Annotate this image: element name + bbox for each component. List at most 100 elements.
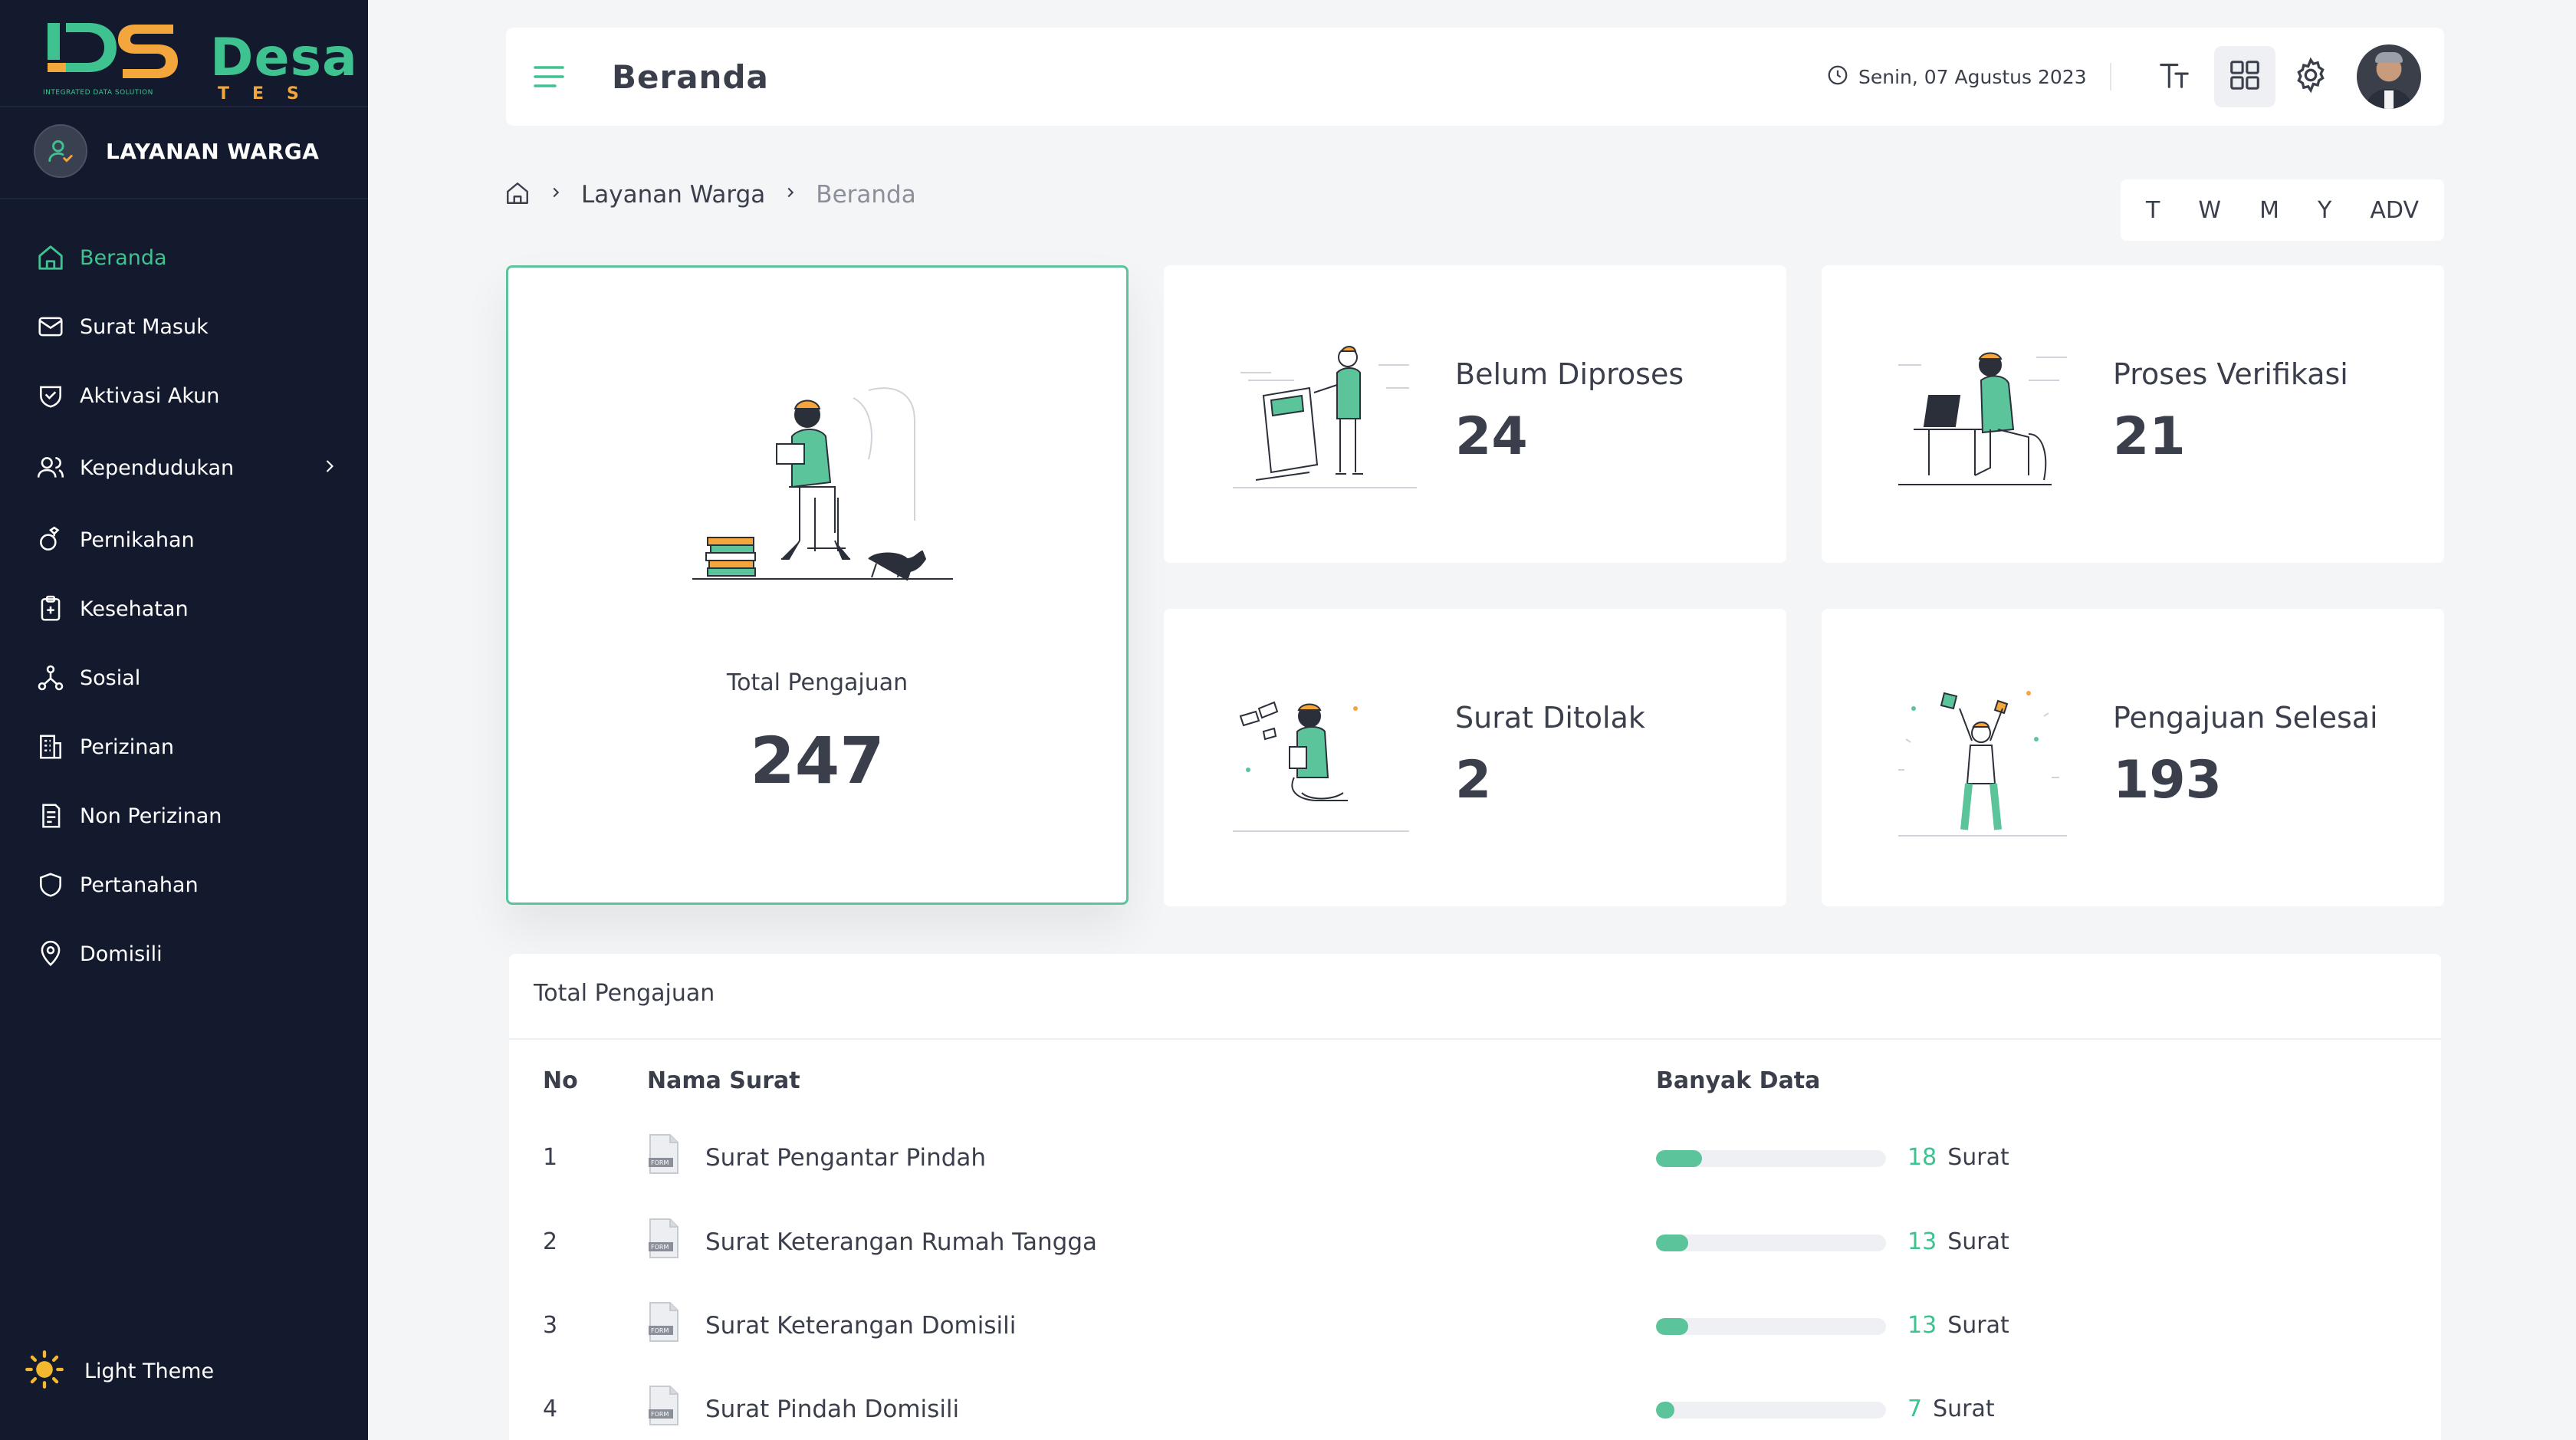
sidebar-item-beranda[interactable]: Beranda [34, 235, 340, 281]
stat-value: 247 [750, 723, 885, 798]
sidebar-item-kependudukan[interactable]: Kependudukan [34, 445, 340, 491]
stat-value: 21 [2113, 406, 2186, 467]
gear-icon [2292, 56, 2330, 97]
text-size-button[interactable] [2144, 46, 2205, 107]
table-header-nama[interactable]: Nama Surat [647, 1067, 800, 1094]
row-number: 2 [543, 1228, 558, 1255]
row-number: 3 [543, 1312, 558, 1339]
stat-label: Surat Ditolak [1455, 701, 1645, 735]
sidebar-item-label: Perizinan [80, 735, 174, 759]
page-title: Beranda [612, 58, 769, 96]
apps-grid-button[interactable] [2214, 46, 2275, 107]
row-name[interactable]: Surat Keterangan Rumah Tangga [705, 1228, 1097, 1256]
home-icon [34, 241, 67, 275]
sidebar-item-label: Sosial [80, 666, 141, 690]
brand-logo[interactable]: Desa TES INTEGRATED DATA SOLUTION [43, 17, 357, 104]
sidebar-item-aktivasi-akun[interactable]: Aktivasi Akun [34, 373, 340, 419]
theme-toggle[interactable]: Light Theme [25, 1348, 214, 1394]
menu-icon[interactable] [532, 61, 566, 92]
sidebar-item-kesehatan[interactable]: Kesehatan [34, 586, 340, 632]
row-count: 7 Surat [1907, 1396, 1995, 1422]
stat-value: 24 [1455, 406, 1528, 467]
laptop-person-illustration [1898, 352, 2067, 485]
table-divider [509, 1038, 2441, 1040]
svg-text:FORM: FORM [651, 1244, 669, 1251]
form-file-icon: FORM [647, 1133, 681, 1175]
location-pin-icon [34, 937, 67, 971]
period-option-m[interactable]: M [2250, 191, 2288, 230]
breadcrumb-item[interactable]: Layanan Warga [581, 181, 765, 209]
table-row[interactable]: 3 FORM Surat Keterangan Domisili 13 Surat [509, 1298, 2441, 1359]
row-count-value: 7 [1907, 1396, 1923, 1422]
sidebar-item-label: Domisili [80, 942, 163, 966]
users-icon [34, 451, 67, 485]
sidebar-user[interactable]: LAYANAN WARGA [34, 124, 319, 178]
ids-logo-icon [48, 23, 178, 78]
sidebar-item-non-perizinan[interactable]: Non Perizinan [34, 793, 340, 839]
row-number: 1 [543, 1144, 558, 1171]
svg-text:FORM: FORM [651, 1411, 669, 1418]
sidebar-item-label: Pertanahan [80, 873, 199, 897]
sidebar-item-label: Beranda [80, 245, 167, 270]
sidebar-item-label: Kesehatan [80, 597, 189, 621]
period-option-adv[interactable]: ADV [2361, 191, 2428, 230]
row-name[interactable]: Surat Pengantar Pindah [705, 1144, 986, 1172]
sidebar-divider [0, 106, 368, 107]
settings-button[interactable] [2280, 46, 2341, 107]
row-count-unit: Surat [1947, 1228, 2009, 1255]
period-option-t[interactable]: T [2137, 191, 2169, 230]
row-count: 18 Surat [1907, 1144, 2009, 1171]
chevron-right-icon [319, 455, 340, 480]
table-row[interactable]: 1 FORM Surat Pengantar Pindah 18 Surat [509, 1130, 2441, 1192]
sidebar-item-pernikahan[interactable]: Pernikahan [34, 517, 340, 563]
sidebar-item-label: Kependudukan [80, 455, 235, 480]
sidebar-item-pertanahan[interactable]: Pertanahan [34, 862, 340, 908]
row-count: 13 Surat [1907, 1312, 2009, 1339]
table-title: Total Pengajuan [534, 980, 715, 1007]
submissions-table-card: Total Pengajuan No Nama Surat Banyak Dat… [509, 954, 2441, 1440]
row-count-unit: Surat [1947, 1144, 2009, 1171]
avatar[interactable] [2357, 44, 2421, 109]
stat-card-proses-verifikasi[interactable]: Proses Verifikasi 21 [1822, 265, 2444, 563]
stat-card-belum-diproses[interactable]: Belum Diproses 24 [1164, 265, 1786, 563]
stat-value: 193 [2113, 750, 2222, 810]
row-name[interactable]: Surat Keterangan Domisili [705, 1312, 1016, 1340]
stat-label: Proses Verifikasi [2113, 357, 2348, 391]
reading-person-illustration [692, 387, 953, 581]
sidebar-item-surat-masuk[interactable]: Surat Masuk [34, 304, 340, 350]
count-bar-fill [1656, 1318, 1688, 1335]
period-selector: T W M Y ADV [2121, 179, 2444, 241]
form-file-icon: FORM [647, 1385, 681, 1426]
user-check-icon [34, 124, 87, 178]
stat-card-surat-ditolak[interactable]: Surat Ditolak 2 [1164, 609, 1786, 906]
sidebar-item-domisili[interactable]: Domisili [34, 931, 340, 977]
period-option-w[interactable]: W [2189, 191, 2230, 230]
row-name[interactable]: Surat Pindah Domisili [705, 1396, 959, 1423]
count-bar [1656, 1150, 1886, 1167]
table-row[interactable]: 4 FORM Surat Pindah Domisili 7 Surat [509, 1382, 2441, 1440]
stat-card-pengajuan-selesai[interactable]: Pengajuan Selesai 193 [1822, 609, 2444, 906]
count-bar-fill [1656, 1402, 1674, 1419]
row-count-unit: Surat [1933, 1396, 1995, 1422]
count-bar [1656, 1402, 1886, 1419]
sidebar-item-sosial[interactable]: Sosial [34, 655, 340, 701]
home-icon[interactable] [504, 180, 531, 209]
sidebar: Desa TES INTEGRATED DATA SOLUTION LAYANA… [0, 0, 368, 1440]
form-file-icon: FORM [647, 1301, 681, 1343]
sidebar-item-perizinan[interactable]: Perizinan [34, 724, 340, 770]
row-count: 13 Surat [1907, 1228, 2009, 1255]
row-count-value: 18 [1907, 1144, 1937, 1171]
period-option-y[interactable]: Y [2308, 191, 2341, 230]
table-row[interactable]: 2 FORM Surat Keterangan Rumah Tangga 13 Sura… [509, 1215, 2441, 1276]
stat-card-total[interactable]: Total Pengajuan 247 [506, 265, 1129, 905]
date-text: Senin, 07 Agustus 2023 [1858, 65, 2087, 88]
app-root: Desa TES INTEGRATED DATA SOLUTION LAYANA… [0, 0, 2576, 1440]
network-icon [34, 661, 67, 695]
count-bar-fill [1656, 1235, 1688, 1251]
table-header-no[interactable]: No [543, 1067, 578, 1094]
sidebar-item-label: Pernikahan [80, 528, 195, 552]
table-header-banyak[interactable]: Banyak Data [1656, 1067, 1820, 1094]
sidebar-item-label: Surat Masuk [80, 314, 209, 339]
sidebar-item-label: Non Perizinan [80, 804, 222, 828]
topbar-divider [2110, 63, 2111, 90]
